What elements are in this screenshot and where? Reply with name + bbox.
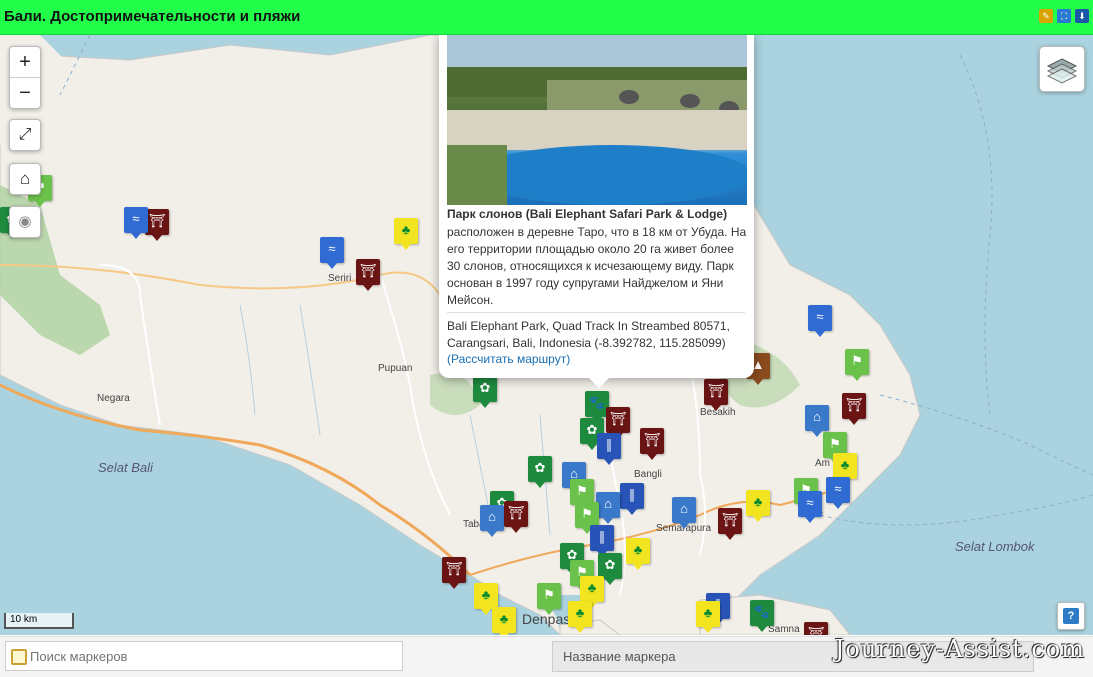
- beach-marker[interactable]: ♣: [394, 218, 418, 250]
- place-label-am: Am: [815, 458, 830, 469]
- waterfall-marker[interactable]: ∥: [620, 483, 644, 515]
- waterfall-marker[interactable]: ∥: [590, 525, 614, 557]
- edit-icon[interactable]: ✎: [1039, 9, 1053, 23]
- beach-marker[interactable]: ♣: [568, 601, 592, 633]
- marker-search: [5, 641, 403, 671]
- diving-marker[interactable]: ≈: [808, 305, 832, 337]
- site-watermark: Journey-Assist.com: [834, 635, 1085, 663]
- beach-marker[interactable]: ♣: [474, 583, 498, 615]
- popup-description: расположен в деревне Таро, что в 18 км о…: [447, 225, 747, 307]
- route-link[interactable]: (Рассчитать маршрут): [447, 352, 570, 366]
- diving-marker[interactable]: ≈: [124, 207, 148, 239]
- expand-icon[interactable]: ⤢: [10, 120, 40, 150]
- fullscreen-control: ⤢: [9, 119, 41, 151]
- popup-divider: [447, 312, 745, 313]
- temple-marker[interactable]: ⛩: [504, 501, 528, 533]
- beach-marker[interactable]: ♣: [833, 453, 857, 485]
- garden-marker[interactable]: ✿: [473, 376, 497, 408]
- lodge-marker[interactable]: ⌂: [480, 505, 504, 537]
- layers-icon: [1046, 58, 1078, 84]
- beach-marker[interactable]: ♣: [626, 538, 650, 570]
- diving-marker[interactable]: ≈: [826, 477, 850, 509]
- zoom-control: + −: [9, 46, 41, 109]
- home-control: ⌂: [9, 163, 41, 195]
- beach-marker[interactable]: ♣: [492, 607, 516, 635]
- title-bar-tools: ✎ ⛶ ⬇: [1039, 9, 1089, 23]
- help-icon: ?: [1063, 608, 1079, 624]
- temple-marker[interactable]: ⛩: [704, 379, 728, 411]
- temple-marker[interactable]: ⛩: [804, 622, 828, 635]
- elephant-park-image: [447, 35, 747, 205]
- temple-marker[interactable]: ⛩: [145, 209, 169, 241]
- popup-title: Парк слонов (Bali Elephant Safari Park &…: [447, 207, 728, 221]
- zoom-out-button[interactable]: −: [10, 77, 40, 108]
- bottom-bar: Название маркера Journey-Assist.com: [0, 635, 1093, 677]
- temple-marker[interactable]: ⛩: [718, 508, 742, 540]
- map-canvas[interactable]: Seriri Pupuan Negara Bangli Besakih Sema…: [0, 35, 1093, 635]
- zoom-in-button[interactable]: +: [10, 47, 40, 77]
- beach-marker[interactable]: ♣: [696, 601, 720, 633]
- search-icon: [11, 649, 27, 665]
- place-label-pupuan: Pupuan: [378, 363, 413, 374]
- place-label-negara: Negara: [97, 393, 130, 404]
- temple-marker[interactable]: ⛩: [356, 259, 380, 291]
- place-label-seriri: Seriri: [328, 273, 352, 284]
- help-button[interactable]: ?: [1057, 602, 1085, 630]
- fullscreen-icon[interactable]: ⛶: [1057, 9, 1071, 23]
- golf-marker[interactable]: ⚑: [845, 349, 869, 381]
- lodge-marker[interactable]: ⌂: [805, 405, 829, 437]
- title-bar: Бали. Достопримечательности и пляжи ✎ ⛶ …: [0, 0, 1093, 35]
- lodge-marker[interactable]: ⌂: [672, 497, 696, 529]
- marker-popup: Парк слонов (Bali Elephant Safari Park &…: [439, 35, 754, 388]
- layers-button[interactable]: [1039, 46, 1085, 92]
- temple-marker[interactable]: ⛩: [606, 407, 630, 439]
- temple-marker[interactable]: ⛩: [442, 557, 466, 589]
- beach-marker[interactable]: ♣: [580, 576, 604, 608]
- sea-label-selat-bali: Selat Bali: [98, 460, 153, 475]
- sea-label-selat-lombok: Selat Lombok: [955, 539, 1035, 554]
- diving-marker[interactable]: ≈: [798, 491, 822, 523]
- diving-marker[interactable]: ≈: [320, 237, 344, 269]
- locate-icon[interactable]: ◉: [10, 207, 40, 237]
- lodge-marker[interactable]: ⌂: [596, 492, 620, 524]
- animal-park-marker[interactable]: 🐾: [750, 600, 774, 632]
- search-input[interactable]: [28, 644, 392, 668]
- golf-marker[interactable]: ⚑: [537, 583, 561, 615]
- map-scale: 10 km: [4, 613, 74, 629]
- page-title: Бали. Достопримечательности и пляжи: [4, 8, 301, 25]
- download-icon[interactable]: ⬇: [1075, 9, 1089, 23]
- popup-photo: [447, 35, 747, 205]
- beach-marker[interactable]: ♣: [746, 490, 770, 522]
- place-label-bangli: Bangli: [634, 469, 662, 480]
- locate-control: ◉: [9, 206, 41, 238]
- temple-marker[interactable]: ⛩: [842, 393, 866, 425]
- temple-marker[interactable]: ⛩: [640, 428, 664, 460]
- waterfall-marker[interactable]: ∥: [597, 433, 621, 465]
- garden-marker[interactable]: ✿: [528, 456, 552, 488]
- home-icon[interactable]: ⌂: [10, 164, 40, 194]
- popup-address: Bali Elephant Park, Quad Track In Stream…: [447, 319, 730, 350]
